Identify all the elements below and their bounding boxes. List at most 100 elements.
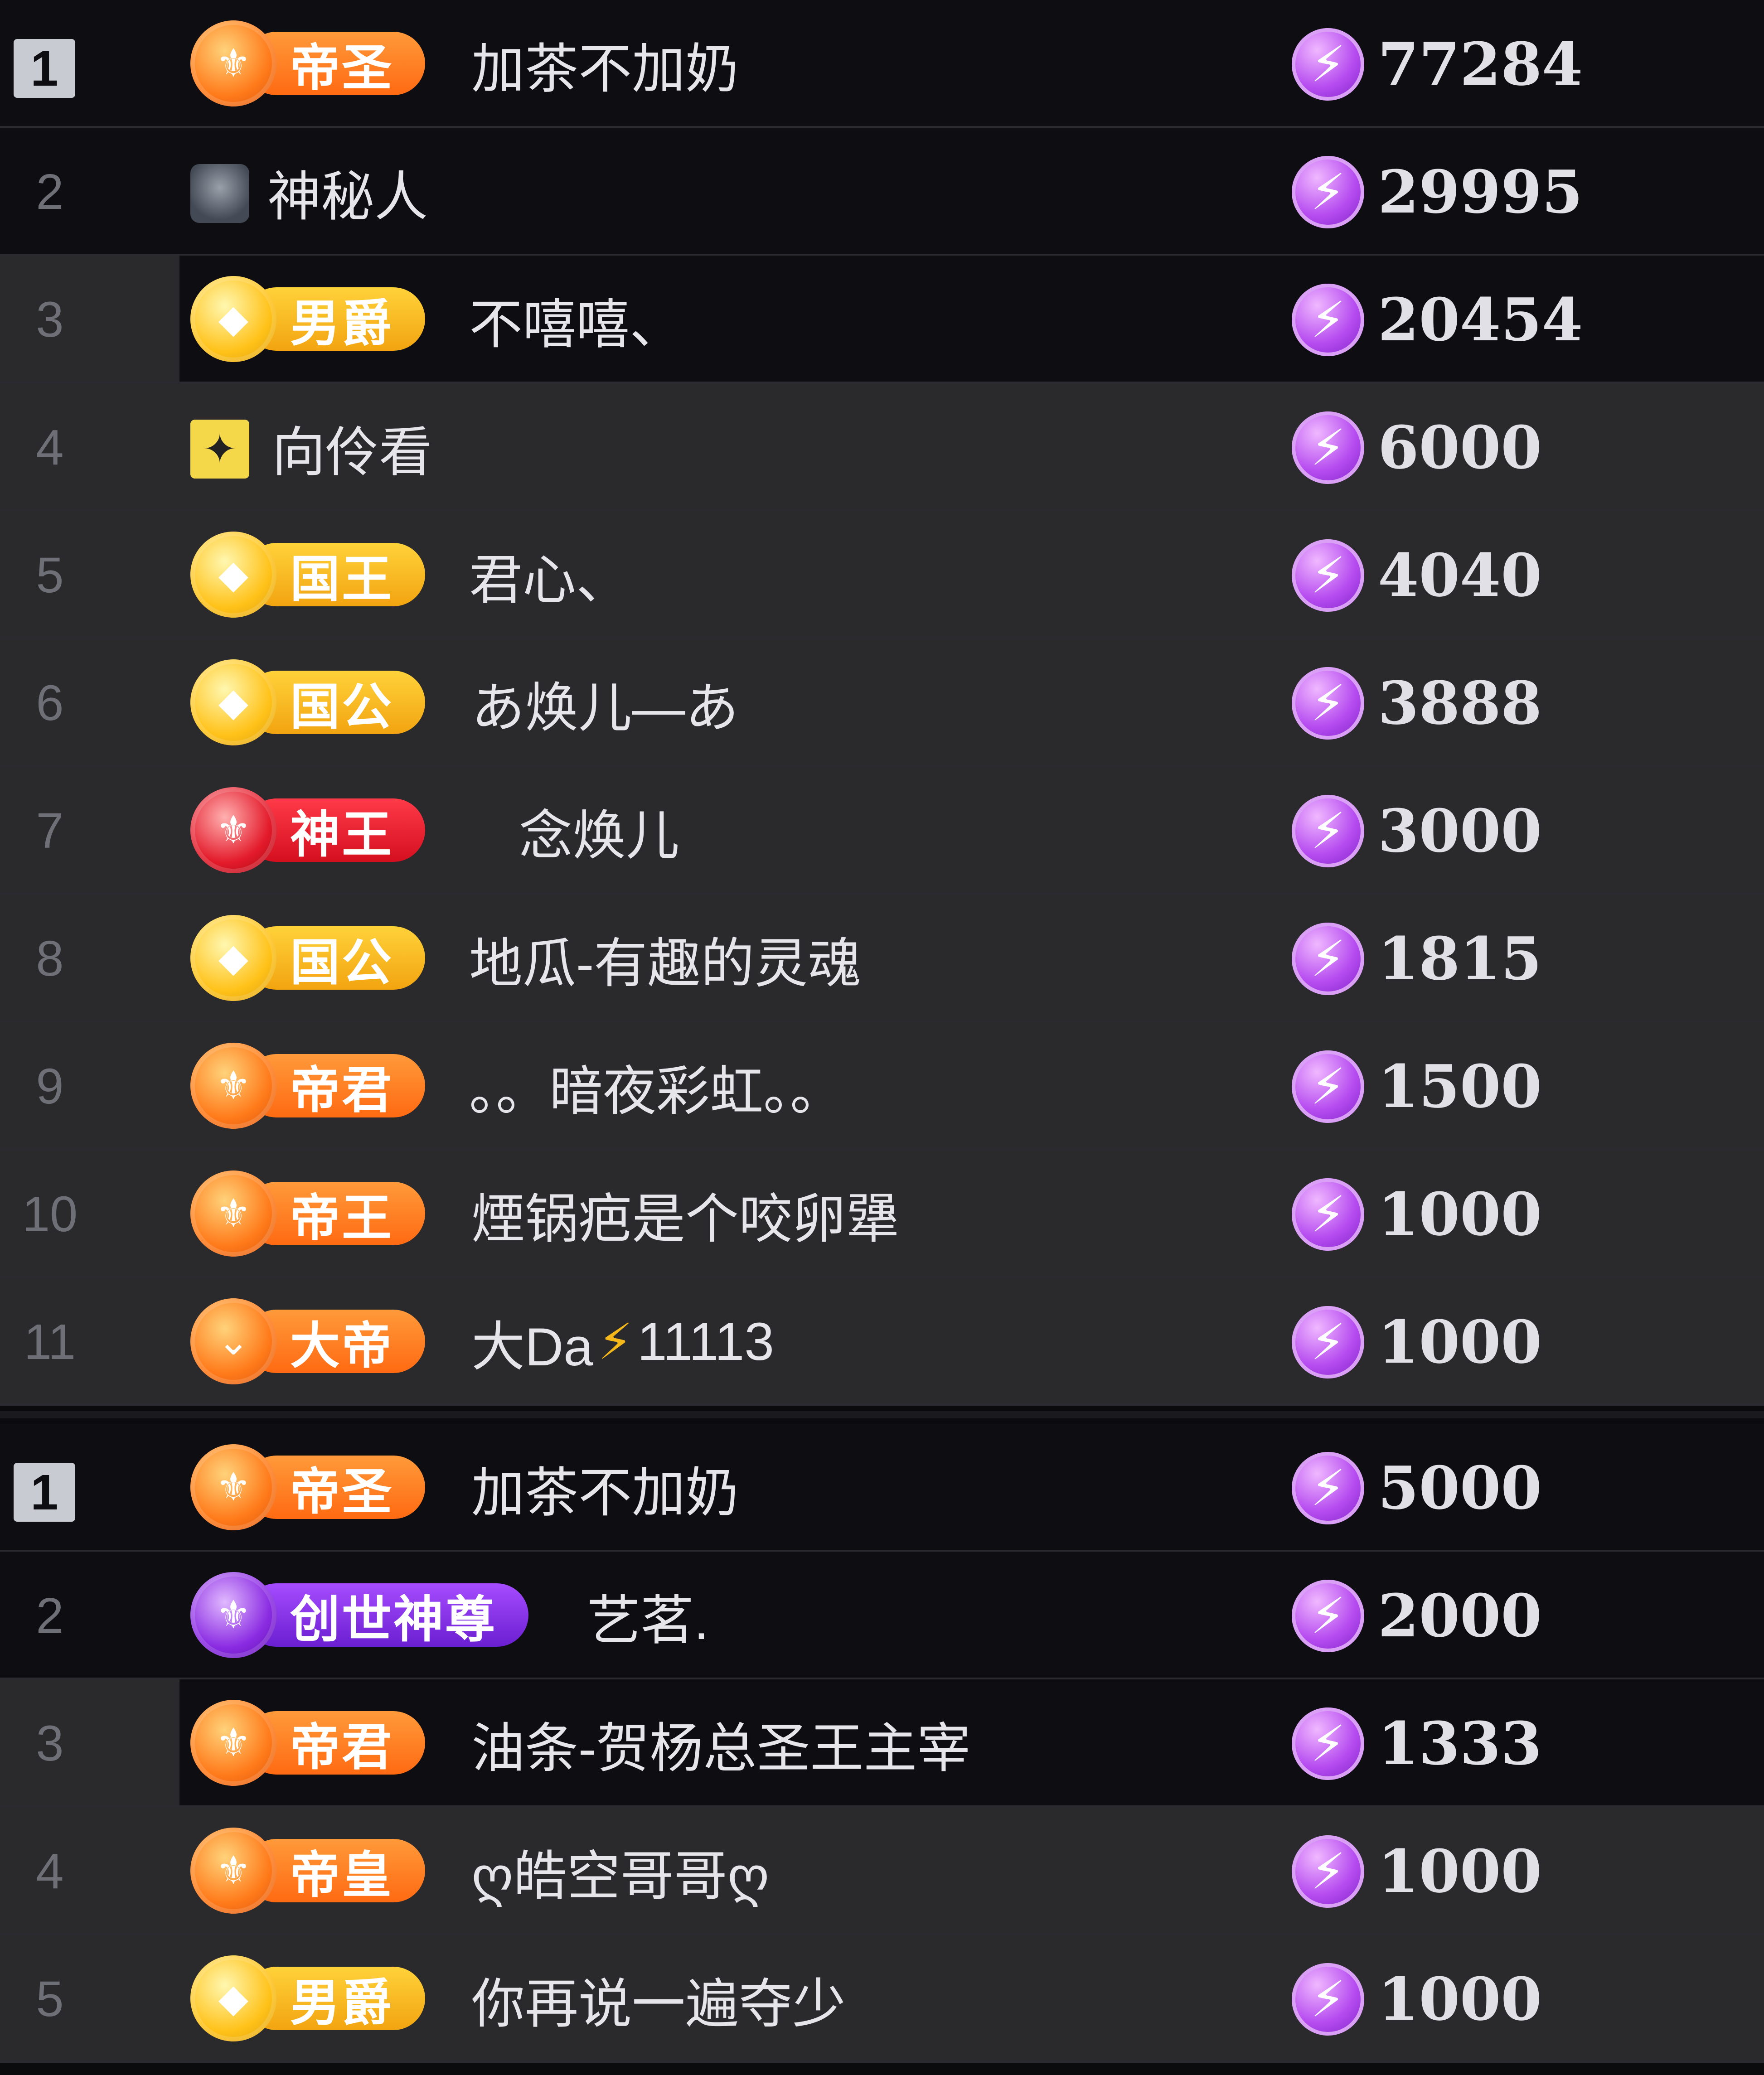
- badge-emblem-icon: ⚜: [190, 1043, 276, 1129]
- username[interactable]: 向伶看: [272, 383, 432, 511]
- username-text: 艺茗.: [587, 1591, 709, 1651]
- username-text: 加茶不加奶: [471, 39, 739, 99]
- username[interactable]: 加茶不加奶: [471, 1424, 739, 1552]
- user-avatar-icon[interactable]: ✦: [190, 420, 249, 479]
- rank-number: 8: [36, 930, 64, 987]
- badge-title: 创世神尊: [245, 1583, 528, 1648]
- rank-number: 4: [36, 419, 64, 475]
- rank-number: 9: [36, 1058, 64, 1114]
- badge-emblem-icon: ◆: [190, 276, 276, 362]
- rank-badge: ⚜ 帝君: [190, 1700, 425, 1786]
- rank-number: 3: [36, 1715, 64, 1771]
- rank-badge: ⚜ 帝君: [190, 1043, 425, 1129]
- rank-number: 11: [24, 1314, 76, 1370]
- contribution-score: 1815: [1378, 924, 1542, 993]
- contribution-score: 1000: [1378, 1307, 1542, 1377]
- leaderboard-row[interactable]: 10 ⚜ 帝王 煙锅疤是个咬卵犟 ⚡ 1000: [0, 1150, 1764, 1278]
- leaderboard-row[interactable]: 5 ◆ 国王 君心、 ⚡ 4040: [0, 511, 1764, 639]
- username[interactable]: 。。暗夜彩虹。。: [469, 1022, 843, 1150]
- lightning-coin-icon: ⚡: [1292, 1707, 1364, 1780]
- username[interactable]: 艺茗.: [587, 1552, 709, 1679]
- lightning-coin-icon: ⚡: [1292, 156, 1364, 228]
- leaderboard-row[interactable]: 1 ⚜ 帝圣 加茶不加奶 ⚡ 77284: [0, 0, 1764, 128]
- username[interactable]: 加茶不加奶: [471, 0, 739, 128]
- badge-emblem-icon: ⚜: [190, 1444, 276, 1530]
- leaderboard-row[interactable]: 1 ⚜ 帝圣 加茶不加奶 ⚡ 5000: [0, 1424, 1764, 1552]
- username[interactable]: 君心、: [469, 511, 630, 639]
- lightning-coin-icon: ⚡: [1292, 1963, 1364, 2036]
- contribution-score: 1500: [1378, 1051, 1542, 1121]
- username[interactable]: 油条-贺杨总圣王主宰: [471, 1679, 970, 1807]
- leaderboard-row[interactable]: 4 ⚜ 帝皇 ღ皓空哥哥ღ ⚡ 1000: [0, 1807, 1764, 1935]
- username-text: 油条-贺杨总圣王主宰: [471, 1718, 971, 1779]
- username[interactable]: ღ皓空哥哥ღ: [471, 1807, 770, 1935]
- username-text: ღ皓空哥哥ღ: [471, 1846, 770, 1906]
- leaderboard-row[interactable]: 7 ⚜ 神王 念焕儿 ⚡ 3000: [0, 767, 1764, 895]
- rank-badge: ⚜ 帝王: [190, 1171, 425, 1257]
- contribution-score: 2000: [1378, 1581, 1542, 1650]
- rank-number: 5: [36, 547, 64, 603]
- username[interactable]: 大Da ⚡ 11113: [471, 1278, 774, 1406]
- lightning-coin-icon: ⚡: [1292, 1835, 1364, 1908]
- rank-number: 4: [36, 1843, 64, 1899]
- username-text: 君心、: [469, 550, 630, 610]
- lightning-coin-icon: ⚡: [1292, 284, 1364, 356]
- username[interactable]: 不嘻嘻、: [469, 256, 683, 383]
- leaderboard-row[interactable]: 4 ✦ 向伶看 ⚡ 6000: [0, 383, 1764, 511]
- rank-number: 1: [14, 1463, 75, 1522]
- leaderboard-row[interactable]: 8 ◆ 国公 地瓜-有趣的灵魂 ⚡ 1815: [0, 895, 1764, 1022]
- contribution-score: 6000: [1378, 412, 1542, 482]
- rank-number: 5: [36, 1971, 64, 2027]
- rank-badge: ◆ 国公: [190, 659, 425, 745]
- username[interactable]: 你再说一遍夺少: [471, 1935, 846, 2063]
- badge-emblem-icon: ◆: [190, 1955, 276, 2041]
- username-text: 不嘻嘻、: [469, 295, 683, 355]
- rank-number: 1: [14, 39, 75, 98]
- leaderboard-row[interactable]: 2 ⚜ 创世神尊 艺茗. ⚡ 2000: [0, 1552, 1764, 1679]
- rank-badge: ⌄ 大帝: [190, 1298, 425, 1384]
- leaderboard-row[interactable]: 5 ◆ 男爵 你再说一遍夺少 ⚡ 1000: [0, 1935, 1764, 2063]
- rank-badge: ⚜ 创世神尊: [190, 1572, 528, 1658]
- rank-number: 3: [36, 291, 64, 348]
- lightning-icon: ⚡: [597, 1314, 633, 1370]
- username[interactable]: あ焕儿—あ: [471, 639, 739, 767]
- mystery-person-avatar-icon[interactable]: [190, 164, 249, 223]
- contribution-score: 5000: [1378, 1453, 1542, 1523]
- rank-badge: ◆ 男爵: [190, 1955, 425, 2041]
- rank-badge: ⚜ 帝圣: [190, 1444, 425, 1530]
- username-text: 你再说一遍夺少: [471, 1974, 846, 2034]
- rank-badge: ⚜ 帝皇: [190, 1828, 425, 1914]
- contribution-score: 1000: [1378, 1836, 1542, 1906]
- username-text: 煙锅疤是个咬卵犟: [471, 1189, 900, 1249]
- badge-emblem-icon: ◆: [190, 532, 276, 618]
- badge-emblem-icon: ⚜: [190, 1700, 276, 1786]
- leaderboard-row[interactable]: 3 ⚜ 帝君 油条-贺杨总圣王主宰 ⚡ 1333: [0, 1679, 1764, 1807]
- leaderboard-row[interactable]: 11 ⌄ 大帝 大Da ⚡ 11113 ⚡ 1000: [0, 1278, 1764, 1406]
- username[interactable]: 念焕儿: [519, 767, 679, 895]
- rank-badge: ◆ 国公: [190, 915, 425, 1001]
- contribution-score: 1000: [1378, 1179, 1542, 1249]
- rank-badge: ⚜ 神王: [190, 787, 425, 873]
- lightning-coin-icon: ⚡: [1292, 923, 1364, 995]
- username-text: 神秘人: [267, 167, 428, 227]
- username-text: 向伶看: [272, 422, 433, 483]
- contribution-score: 1000: [1378, 1964, 1542, 2034]
- contribution-score: 20454: [1378, 285, 1583, 354]
- leaderboard-row[interactable]: 3 ◆ 男爵 不嘻嘻、 ⚡ 20454: [0, 256, 1764, 383]
- contribution-score: 3888: [1378, 668, 1542, 738]
- contribution-score: 4040: [1378, 540, 1542, 610]
- username-text: 地瓜-有趣的灵魂: [469, 934, 862, 994]
- lightning-coin-icon: ⚡: [1292, 1452, 1364, 1524]
- leaderboard-row[interactable]: 2 神秘人 ⚡ 29995: [0, 128, 1764, 256]
- leaderboard-row[interactable]: 9 ⚜ 帝君 。。暗夜彩虹。。 ⚡ 1500: [0, 1022, 1764, 1150]
- badge-emblem-icon: ⚜: [190, 1572, 276, 1658]
- rank-number: 6: [36, 675, 64, 731]
- rank-number: 10: [22, 1186, 78, 1242]
- username[interactable]: 神秘人: [267, 128, 428, 256]
- contribution-score: 29995: [1378, 157, 1583, 227]
- rank-badge: ⚜ 帝圣: [190, 20, 425, 106]
- username[interactable]: 煙锅疤是个咬卵犟: [471, 1150, 899, 1278]
- username[interactable]: 地瓜-有趣的灵魂: [469, 895, 861, 1022]
- username-text: 念焕儿: [519, 806, 680, 866]
- leaderboard-row[interactable]: 6 ◆ 国公 あ焕儿—あ ⚡ 3888: [0, 639, 1764, 767]
